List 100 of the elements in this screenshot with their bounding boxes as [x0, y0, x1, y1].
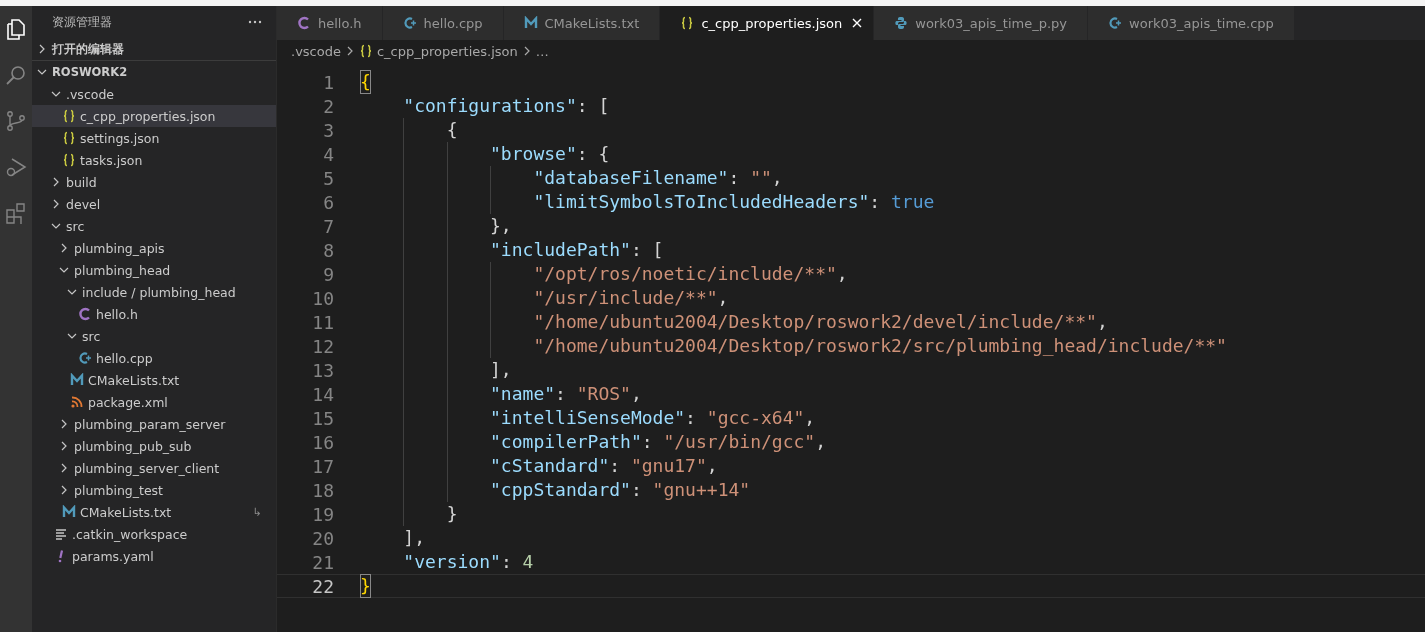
m-letter-icon: [70, 373, 84, 387]
code-line: "version": 4: [402, 550, 534, 574]
rss-icon: [70, 395, 84, 409]
line-number: 16: [311, 431, 335, 453]
editor-tab[interactable]: hello.cpp: [382, 6, 504, 40]
braces-icon: [62, 153, 76, 167]
extensions-icon[interactable]: [5, 202, 27, 224]
line-number: 21: [311, 551, 335, 573]
editor-tab[interactable]: work03_apis_time_p.py: [874, 6, 1089, 40]
line-number: 10: [311, 287, 335, 309]
code-line: "cppStandard": "gnu++14": [360, 478, 751, 502]
section-header[interactable]: ROSWORK2: [32, 60, 276, 83]
code-line: "databaseFilename": "",: [360, 166, 783, 190]
code-line: "intelliSenseMode": "gcc-x64",: [360, 406, 816, 430]
code-line: "/usr/include/**",: [360, 286, 729, 310]
braces-icon: [62, 109, 76, 123]
search-icon[interactable]: [5, 64, 27, 86]
line-number: 8: [322, 239, 335, 261]
c-plus-icon: [1108, 16, 1123, 30]
line-number: 22: [311, 575, 335, 597]
line-number: 5: [322, 167, 335, 189]
file-item[interactable]: hello.h: [32, 303, 276, 325]
code-line: "/opt/ros/noetic/include/**",: [360, 262, 848, 286]
line-number: 12: [311, 335, 335, 357]
line-number: 13: [311, 359, 335, 381]
code-line: "configurations": [: [402, 94, 610, 118]
folder-item[interactable]: plumbing_test: [32, 479, 276, 501]
editor-tab[interactable]: hello.h: [277, 6, 383, 40]
braces-icon: [62, 131, 76, 145]
braces-icon: [680, 16, 695, 30]
code-line: "limitSymbolsToIncludedHeaders": true: [360, 190, 935, 214]
m-letter-icon: [523, 16, 538, 30]
code-line: ],: [402, 526, 426, 550]
breadcrumb-item[interactable]: c_cpp_properties.json: [376, 43, 518, 59]
file-item[interactable]: params.yaml: [32, 545, 276, 567]
files-icon[interactable]: [5, 18, 27, 40]
code-line: }: [360, 574, 371, 598]
link-arrow-icon: ↳: [252, 505, 262, 519]
code-line: "/home/ubuntu2004/Desktop/roswork2/devel/include/**",: [360, 310, 1108, 334]
line-number: 1: [322, 71, 335, 93]
folder-item[interactable]: plumbing_pub_sub: [32, 435, 276, 457]
breadcrumb-item[interactable]: .vscode: [291, 43, 341, 59]
folder-item[interactable]: src: [32, 215, 276, 237]
file-item[interactable]: .catkin_workspace: [32, 523, 276, 545]
file-item[interactable]: tasks.json: [32, 149, 276, 171]
line-number: 6: [322, 191, 335, 213]
code-line: ],: [360, 358, 512, 382]
folder-item[interactable]: .vscode: [32, 83, 276, 105]
line-number: 15: [311, 407, 335, 429]
code-line: {: [360, 118, 458, 142]
c-plus-icon: [78, 351, 92, 365]
more-actions-icon[interactable]: [248, 20, 262, 24]
folder-item[interactable]: devel: [32, 193, 276, 215]
code-line: }: [360, 502, 458, 526]
code-line: "compilerPath": "/usr/bin/gcc",: [360, 430, 826, 454]
file-item[interactable]: c_cpp_properties.json: [32, 105, 276, 127]
line-number: 17: [311, 455, 335, 477]
c-letter-icon: [297, 16, 311, 30]
folder-item[interactable]: build: [32, 171, 276, 193]
line-number: 2: [322, 95, 335, 117]
folder-item[interactable]: src: [32, 325, 276, 347]
code-line: "includePath": [: [360, 238, 664, 262]
folder-item[interactable]: plumbing_param_server: [32, 413, 276, 435]
line-number: 7: [322, 215, 335, 237]
file-item[interactable]: CMakeLists.txt: [32, 369, 276, 391]
folder-item[interactable]: include / plumbing_head: [32, 281, 276, 303]
c-plus-icon: [402, 16, 417, 30]
editor-tab[interactable]: CMakeLists.txt: [503, 6, 661, 40]
branch-icon[interactable]: [5, 110, 27, 132]
breadcrumb-item[interactable]: …: [535, 43, 549, 59]
folder-item[interactable]: plumbing_server_client: [32, 457, 276, 479]
sidebar-title: 资源管理器: [52, 14, 112, 30]
braces-icon: [358, 44, 373, 58]
editor-tab[interactable]: work03_apis_time.cpp: [1088, 6, 1295, 40]
code-line: "browse": {: [360, 142, 610, 166]
file-item[interactable]: settings.json: [32, 127, 276, 149]
line-number: 3: [322, 119, 335, 141]
line-number: 4: [322, 143, 335, 165]
folder-item[interactable]: plumbing_apis: [32, 237, 276, 259]
code-line: "/home/ubuntu2004/Desktop/roswork2/src/plumbing_head/include/**": [360, 334, 1227, 358]
line-number: 19: [311, 503, 335, 525]
section-header[interactable]: 打开的编辑器: [32, 38, 276, 60]
line-number: 11: [311, 311, 335, 333]
line-number: 20: [311, 527, 335, 549]
file-item[interactable]: hello.cpp: [32, 347, 276, 369]
run-debug-icon[interactable]: [5, 156, 27, 178]
code-line: "name": "ROS",: [360, 382, 642, 406]
line-number: 18: [311, 479, 335, 501]
code-line: },: [360, 214, 512, 238]
file-item[interactable]: package.xml: [32, 391, 276, 413]
folder-item[interactable]: plumbing_head: [32, 259, 276, 281]
file-item[interactable]: CMakeLists.txt ↳: [32, 501, 276, 523]
c-letter-icon: [78, 307, 92, 321]
code-line: "cStandard": "gnu17",: [360, 454, 718, 478]
python-icon: [894, 16, 909, 30]
editor-tab[interactable]: c_cpp_properties.json: [660, 6, 875, 40]
lines-icon: [54, 527, 68, 541]
m-letter-icon: [62, 505, 76, 519]
code-line: {: [360, 70, 371, 94]
line-number: 9: [322, 263, 335, 285]
